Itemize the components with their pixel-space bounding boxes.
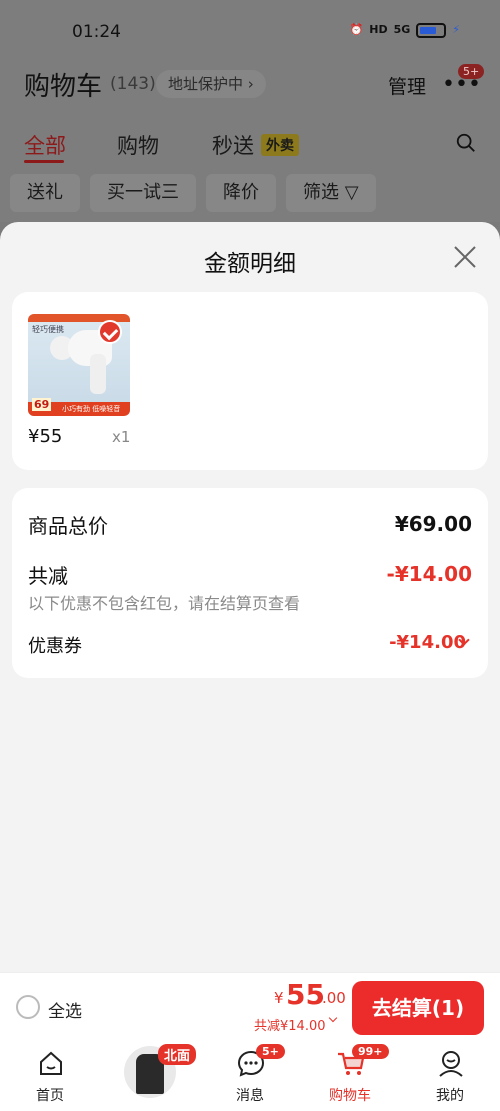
reduced-note: 以下优惠不包含红包，请在结算页查看	[28, 594, 301, 613]
select-all-radio[interactable]	[16, 995, 40, 1019]
tab-cart[interactable]: 99+ 购物车	[300, 1042, 400, 1111]
select-all-label[interactable]: 全选	[48, 997, 82, 1022]
tab-all[interactable]: 全部	[24, 130, 66, 160]
chip-filter[interactable]: 筛选 ▽	[286, 174, 376, 212]
total-reduced-label: 共减	[28, 564, 68, 588]
avatar-badge: 北面	[158, 1044, 197, 1065]
image-label-bottom: 小巧有劲 低噪轻音	[62, 405, 121, 413]
tab-home[interactable]: 首页	[0, 1042, 100, 1111]
product-price: ¥55	[28, 426, 63, 447]
amount-detail-sheet: 金额明细 轻巧便携 69 小巧有劲 低噪轻音 ¥55 x1 商品总价 ¥69.0…	[0, 222, 500, 972]
chevron-down-icon[interactable]	[328, 1013, 338, 1023]
bottom-tab-bar: 首页 北面 5+ 消息 99+ 购物车 我的	[0, 1042, 500, 1111]
status-icons: ⏰ HD 5G ⚡	[350, 22, 460, 38]
total-reduced-summary[interactable]: 共减¥14.00	[254, 1015, 326, 1034]
home-icon	[40, 1051, 62, 1075]
massage-gun-handle	[90, 354, 106, 394]
total-amount: 55	[286, 978, 325, 1011]
total-amount-decimal: .00	[322, 989, 346, 1007]
takeout-tag: 外卖	[261, 134, 299, 156]
tab-instant-delivery[interactable]: 秒送	[212, 130, 254, 160]
total-price-label: 商品总价	[28, 514, 108, 538]
status-time: 01:24	[72, 22, 121, 42]
cart-header: 购物车 (143) 地址保护中 › 管理 ••• 5+	[0, 62, 500, 108]
product-quantity: x1	[112, 428, 131, 446]
image-label-top: 轻巧便携	[32, 325, 64, 334]
sheet-title: 金额明细	[204, 251, 296, 277]
selected-check-icon[interactable]	[98, 320, 122, 344]
coupon-value[interactable]: -¥14.00	[389, 632, 466, 653]
cart-tabs: 全部 购物 秒送 外卖	[0, 126, 500, 166]
tab-messages[interactable]: 5+ 消息	[200, 1042, 300, 1111]
tab-shopping[interactable]: 购物	[117, 130, 159, 160]
image-price-tag: 69	[32, 398, 52, 411]
battery-icon	[416, 22, 447, 38]
cart-badge: 99+	[352, 1044, 389, 1059]
status-bar: 01:24 ⏰ HD 5G ⚡	[0, 0, 500, 66]
close-icon[interactable]	[452, 244, 478, 270]
total-price-value: ¥69.00	[394, 512, 472, 536]
coupon-label: 优惠券	[28, 636, 82, 657]
alarm-icon: ⏰	[349, 23, 364, 36]
tab-home-label: 首页	[36, 1088, 64, 1104]
tab-profile[interactable]: 我的	[400, 1042, 500, 1111]
chip-gift[interactable]: 送礼	[10, 174, 80, 212]
search-icon[interactable]	[455, 132, 477, 154]
filter-chips: 送礼 买一试三 降价 筛选 ▽	[10, 174, 376, 212]
tab-messages-label: 消息	[236, 1088, 264, 1104]
total-currency: ¥	[274, 989, 284, 1007]
background-page: 01:24 ⏰ HD 5G ⚡ 购物车 (143) 地址保护中 › 管理 •••…	[0, 0, 500, 222]
cart-count: (143)	[110, 74, 156, 94]
address-protection-pill[interactable]: 地址保护中 ›	[156, 70, 266, 98]
messages-badge: 5+	[256, 1044, 285, 1059]
chip-price-drop[interactable]: 降价	[206, 174, 276, 212]
page-title: 购物车	[24, 72, 103, 102]
price-detail-card: 商品总价 ¥69.00 共减 -¥14.00 以下优惠不包含红包，请在结算页查看…	[12, 488, 488, 678]
manage-button[interactable]: 管理	[388, 72, 426, 99]
tab-active-underline	[24, 160, 64, 163]
product-card: 轻巧便携 69 小巧有劲 低噪轻音 ¥55 x1	[12, 292, 488, 470]
more-badge: 5+	[458, 64, 485, 79]
hd-icon: HD	[369, 23, 388, 36]
tab-profile-label: 我的	[436, 1088, 464, 1104]
charging-icon: ⚡	[452, 23, 460, 36]
checkout-bar: 全选 ¥ 55 .00 共减¥14.00 去结算(1)	[0, 972, 500, 1042]
checkout-button[interactable]: 去结算(1)	[352, 981, 484, 1035]
profile-icon	[439, 1051, 463, 1077]
chip-try-three[interactable]: 买一试三	[90, 174, 196, 212]
tab-cart-label: 购物车	[329, 1088, 371, 1104]
signal-icon: 5G	[393, 23, 411, 36]
total-reduced-value: -¥14.00	[386, 562, 472, 586]
